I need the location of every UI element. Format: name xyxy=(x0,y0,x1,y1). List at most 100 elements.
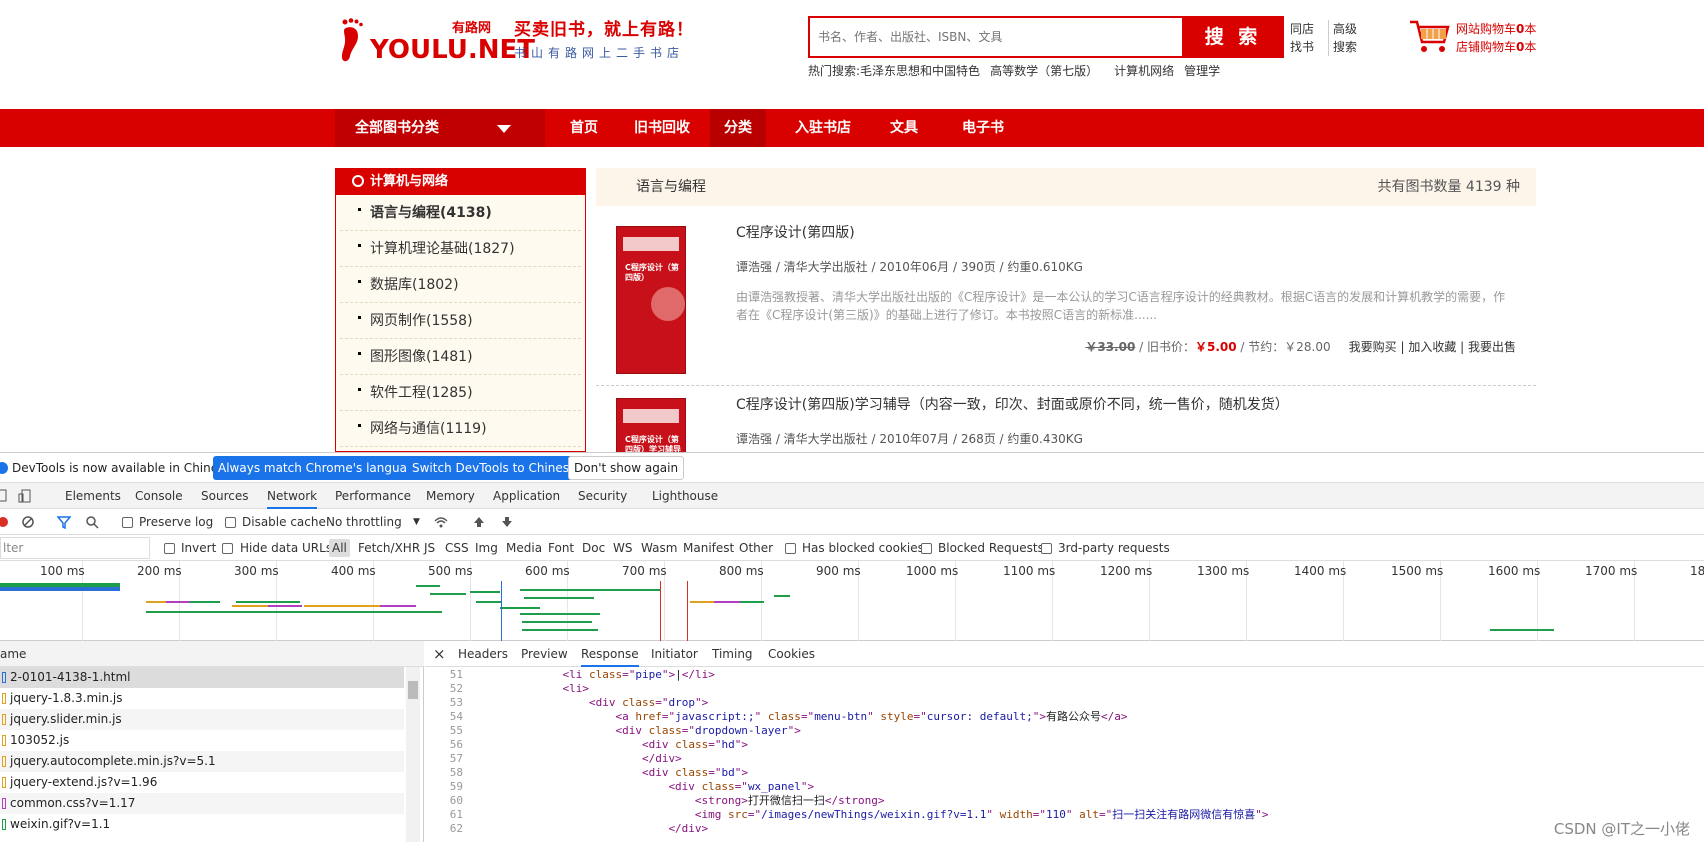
request-list-scrollbar[interactable] xyxy=(406,667,420,842)
listing-total: 共有图书数量 4139 种 xyxy=(1377,179,1520,195)
sidebar-item[interactable]: 网络与通信(1119) xyxy=(340,411,581,447)
book-title[interactable]: C程序设计(第四版)学习辅导（内容一致，印次、封面或原价不同，统一售价，随机发货… xyxy=(736,396,1289,414)
advanced-search-link[interactable]: 高级 搜索 xyxy=(1331,20,1369,56)
nav-stationery[interactable]: 文具 xyxy=(876,109,932,147)
sidebar-item[interactable]: 数据库(1802) xyxy=(340,267,581,303)
site-logo[interactable]: 有路网 YOULU.NET xyxy=(340,16,535,64)
all-categories-dropdown[interactable]: 全部图书分类 xyxy=(335,109,545,147)
sidebar-item[interactable]: 计算机理论基础(1827) xyxy=(340,231,581,267)
search-button[interactable]: 搜 索 xyxy=(1182,16,1284,58)
nav-join-store[interactable]: 入驻书店 xyxy=(781,109,865,147)
switch-chinese-button[interactable]: Switch DevTools to Chinese xyxy=(407,456,582,480)
request-bar xyxy=(304,605,380,607)
network-conditions-icon[interactable] xyxy=(434,515,448,529)
search-icon[interactable] xyxy=(85,515,99,529)
tab-sources[interactable]: Sources xyxy=(201,483,248,509)
preserve-log-checkbox[interactable] xyxy=(122,517,133,528)
hot-item[interactable]: 毛泽东思想和中国特色 xyxy=(860,64,980,78)
network-overview-timeline[interactable]: 100 ms 200 ms 300 ms 400 ms 500 ms 600 m… xyxy=(0,561,1704,641)
nav-recycle[interactable]: 旧书回收 xyxy=(620,109,704,147)
record-icon[interactable] xyxy=(0,515,10,529)
request-row[interactable]: 2-0101-4138-1.html xyxy=(0,667,404,688)
response-source[interactable]: 51 <li class="pipe">|</li> 52 <li> 53 <div… xyxy=(425,667,1704,842)
tab-console[interactable]: Console xyxy=(135,483,183,509)
sidebar-item[interactable]: 图形图像(1481) xyxy=(340,339,581,375)
nav-ebook[interactable]: 电子书 xyxy=(948,109,1018,147)
code-line: 52 <li> xyxy=(425,682,1704,696)
tab-headers[interactable]: Headers xyxy=(458,641,508,667)
third-party-checkbox[interactable] xyxy=(1041,543,1052,554)
shop-cart-line: 店铺购物车0本 xyxy=(1456,38,1536,56)
request-row[interactable]: jquery.autocomplete.min.js?v=5.1 xyxy=(0,751,404,772)
type-filter[interactable]: Fetch/XHR xyxy=(358,535,420,561)
tab-lighthouse[interactable]: Lighthouse xyxy=(652,483,718,509)
sidebar-item[interactable]: 网页制作(1558) xyxy=(340,303,581,339)
shopping-cart-icon[interactable] xyxy=(1408,18,1452,56)
request-row[interactable]: weixin.gif?v=1.1 xyxy=(0,814,404,835)
tab-network[interactable]: Network xyxy=(267,483,318,509)
request-row[interactable]: jquery-extend.js?v=1.96 xyxy=(0,772,404,793)
export-har-icon[interactable] xyxy=(500,515,514,529)
type-filter[interactable]: Wasm xyxy=(641,535,677,561)
type-filter[interactable]: JS xyxy=(424,535,435,561)
shop-search-link[interactable]: 同店 找书 xyxy=(1288,20,1326,56)
close-icon[interactable]: × xyxy=(433,641,446,667)
type-filter[interactable]: Manifest xyxy=(683,535,734,561)
disable-cache-checkbox[interactable] xyxy=(225,517,236,528)
match-language-button[interactable]: Always match Chrome's language xyxy=(213,456,427,480)
request-row[interactable]: common.css?v=1.17 xyxy=(0,793,404,814)
request-row[interactable]: jquery-1.8.3.min.js xyxy=(0,688,404,709)
tab-elements[interactable]: Elements xyxy=(65,483,121,509)
type-filter[interactable]: Img xyxy=(475,535,498,561)
hot-item[interactable]: 管理学 xyxy=(1184,64,1220,78)
type-filter[interactable]: Media xyxy=(506,535,542,561)
sidebar-item-label: 软件工程(1285) xyxy=(370,385,473,401)
hot-item[interactable]: 计算机网络 xyxy=(1114,64,1174,78)
inspect-element-icon[interactable] xyxy=(0,489,8,503)
request-row[interactable]: jquery.slider.min.js xyxy=(0,709,404,730)
tab-preview[interactable]: Preview xyxy=(521,641,568,667)
sidebar-item[interactable]: 软件工程(1285) xyxy=(340,375,581,411)
device-toolbar-icon[interactable] xyxy=(18,489,32,503)
hot-item[interactable]: 高等数学（第七版） xyxy=(990,64,1098,78)
tab-timing[interactable]: Timing xyxy=(712,641,753,667)
tab-initiator[interactable]: Initiator xyxy=(651,641,698,667)
throttling-select[interactable]: No throttling xyxy=(326,509,402,535)
import-har-icon[interactable] xyxy=(472,515,486,529)
dont-show-again-button[interactable]: Don't show again xyxy=(568,456,685,480)
book-title[interactable]: C程序设计(第四版) xyxy=(736,224,855,242)
clear-icon[interactable] xyxy=(21,515,35,529)
type-filter-all[interactable]: All xyxy=(329,539,350,557)
book-cover[interactable]: C程序设计（第四版） xyxy=(616,226,686,374)
invert-checkbox[interactable] xyxy=(164,543,175,554)
nav-home[interactable]: 首页 xyxy=(556,109,612,147)
tab-performance[interactable]: Performance xyxy=(335,483,411,509)
tab-response[interactable]: Response xyxy=(581,641,639,667)
name-column-header[interactable]: ame xyxy=(0,641,424,667)
sidebar-item[interactable]: 语言与编程(4138) xyxy=(340,195,581,231)
scrollbar-thumb[interactable] xyxy=(408,681,418,699)
tab-application[interactable]: Application xyxy=(493,483,560,509)
hide-data-urls-checkbox[interactable] xyxy=(222,543,233,554)
filter-input[interactable]: lter xyxy=(0,537,150,559)
type-filter[interactable]: WS xyxy=(613,535,632,561)
tab-security[interactable]: Security xyxy=(578,483,627,509)
tab-memory[interactable]: Memory xyxy=(426,483,475,509)
request-row[interactable]: 103052.js xyxy=(0,730,404,751)
tab-cookies[interactable]: Cookies xyxy=(768,641,815,667)
link-label: 高级 xyxy=(1333,22,1358,36)
type-filter[interactable]: CSS xyxy=(445,535,469,561)
type-filter[interactable]: Other xyxy=(739,535,773,561)
type-filter[interactable]: Doc xyxy=(582,535,605,561)
filter-icon[interactable] xyxy=(57,515,71,529)
hot-searches: 热门搜索:毛泽东思想和中国特色 高等数学（第七版） 计算机网络 管理学 xyxy=(808,64,1230,78)
blocked-requests-checkbox[interactable] xyxy=(921,543,932,554)
code-text: <img src="/images/newThings/weixin.gif?v… xyxy=(694,808,1269,821)
book-cover[interactable]: C程序设计（第四版）学习辅导 xyxy=(616,398,686,452)
has-blocked-cookies-checkbox[interactable] xyxy=(785,543,796,554)
cart-summary[interactable]: 网站购物车0本 店铺购物车0本 xyxy=(1456,20,1536,56)
book-actions[interactable]: 我要购买 | 加入收藏 | 我要出售 xyxy=(1349,340,1516,354)
nav-categories[interactable]: 分类 xyxy=(710,109,766,147)
type-filter[interactable]: Font xyxy=(548,535,574,561)
search-input[interactable] xyxy=(810,18,1182,56)
